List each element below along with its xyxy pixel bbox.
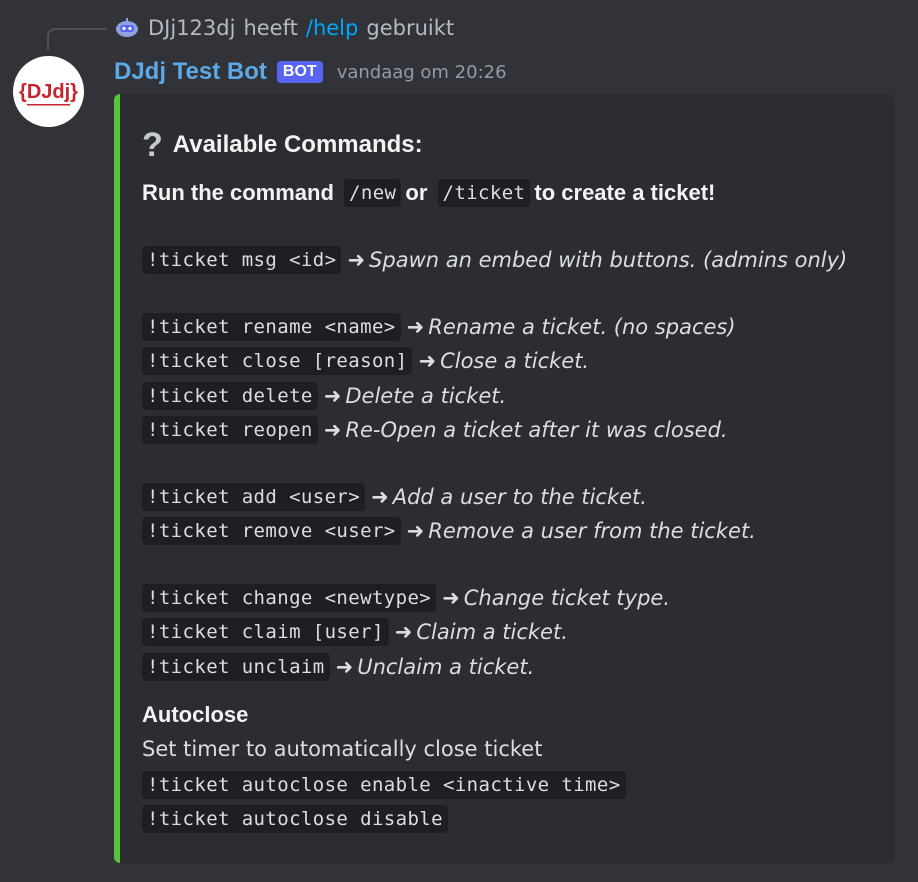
intro-text-middle: or	[405, 180, 428, 205]
command-code: !ticket autoclose enable <inactive time>	[142, 771, 626, 799]
command-code: !ticket msg <id>	[142, 246, 342, 274]
command-code: !ticket delete	[142, 382, 318, 410]
command-description: Re-Open a ticket after it was closed.	[345, 418, 728, 442]
command-code: !ticket claim [user]	[142, 618, 389, 646]
reply-command[interactable]: /help	[306, 16, 358, 40]
bot-badge: BOT	[276, 61, 323, 83]
command-line: !ticket remove <user> ➜ Remove a user from…	[142, 517, 756, 545]
command-code: !ticket remove <user>	[142, 517, 401, 545]
autoclose-text: Set timer to automatically close ticket	[142, 737, 543, 761]
reply-username[interactable]: DJj123dj	[148, 16, 235, 40]
arrow-right-icon: ➜	[442, 586, 460, 610]
command-line: !ticket close [reason] ➜ Close a ticket.	[142, 347, 589, 375]
command-description: Delete a ticket.	[345, 384, 507, 408]
command-code: !ticket rename <name>	[142, 313, 401, 341]
message-header: DJdj Test Bot BOT vandaag om 20:26	[114, 55, 507, 89]
arrow-right-icon: ➜	[323, 384, 342, 408]
command-line: !ticket rename <name> ➜ Rename a ticket. (…	[142, 313, 736, 341]
command-description: Remove a user from the ticket.	[428, 519, 756, 543]
author-name[interactable]: DJdj Test Bot	[114, 58, 267, 86]
command-description: Add a user to the ticket.	[392, 485, 647, 509]
arrow-right-icon: ➜	[371, 485, 389, 509]
command-description: Unclaim a ticket.	[357, 655, 535, 679]
embed-title: ? Available Commands:	[142, 128, 423, 162]
command-line: !ticket add <user> ➜ Add a user to the tic…	[142, 483, 647, 511]
command-line: !ticket claim [user] ➜ Claim a ticket.	[142, 618, 568, 646]
command-description: Claim a ticket.	[416, 620, 568, 644]
embed-intro: Run the command /new or /ticket to create …	[142, 179, 715, 207]
autoclose-heading: Autoclose	[142, 702, 249, 727]
reply-spine	[47, 28, 107, 50]
command-line: !ticket autoclose disable	[142, 805, 448, 833]
command-code: !ticket unclaim	[142, 653, 330, 681]
inline-code: /new	[344, 179, 402, 207]
question-icon: ?	[142, 126, 163, 164]
command-description: Spawn an embed with buttons. (admins onl…	[369, 248, 848, 272]
message-timestamp[interactable]: vandaag om 20:26	[337, 62, 507, 83]
command-line: !ticket msg <id> ➜ Spawn an embed with but…	[142, 246, 847, 274]
command-line: !ticket change <newtype> ➜ Change ticket t…	[142, 584, 670, 612]
reply-context[interactable]: DJj123dj heeft /help gebruikt	[114, 14, 454, 42]
command-code: !ticket change <newtype>	[142, 584, 437, 612]
slash-command-icon	[114, 17, 140, 39]
reply-verb: heeft	[243, 16, 298, 40]
arrow-right-icon: ➜	[406, 519, 425, 543]
command-line: !ticket autoclose enable <inactive time>	[142, 771, 626, 799]
inline-code: /ticket	[437, 179, 531, 207]
intro-text-after: to create a ticket!	[534, 180, 716, 205]
djdj-logo-icon: {DJdj}	[19, 81, 78, 106]
command-code: !ticket close [reason]	[142, 347, 413, 375]
arrow-right-icon: ➜	[394, 620, 413, 644]
command-description: Close a ticket.	[440, 349, 590, 373]
command-code: !ticket autoclose disable	[142, 805, 448, 833]
arrow-right-icon: ➜	[406, 315, 425, 339]
command-line: !ticket unclaim ➜ Unclaim a ticket.	[142, 653, 534, 681]
command-line: !ticket reopen ➜ Re-Open a ticket after it…	[142, 416, 728, 444]
arrow-right-icon: ➜	[323, 418, 342, 442]
arrow-right-icon: ➜	[347, 248, 366, 272]
command-description: Rename a ticket. (no spaces)	[428, 315, 736, 339]
intro-text-before: Run the command	[142, 180, 334, 205]
reply-suffix: gebruikt	[366, 16, 455, 40]
command-code: !ticket add <user>	[142, 483, 366, 511]
avatar[interactable]: {DJdj}	[13, 56, 84, 127]
command-line: !ticket delete ➜ Delete a ticket.	[142, 382, 506, 410]
arrow-right-icon: ➜	[335, 655, 354, 679]
embed: ? Available Commands: Run the command /n…	[114, 94, 894, 863]
command-code: !ticket reopen	[142, 416, 318, 444]
embed-title-text: Available Commands:	[172, 131, 423, 158]
command-description: Change ticket type.	[463, 586, 671, 610]
arrow-right-icon: ➜	[418, 349, 437, 373]
svg-text:{DJdj}: {DJdj}	[19, 81, 78, 103]
